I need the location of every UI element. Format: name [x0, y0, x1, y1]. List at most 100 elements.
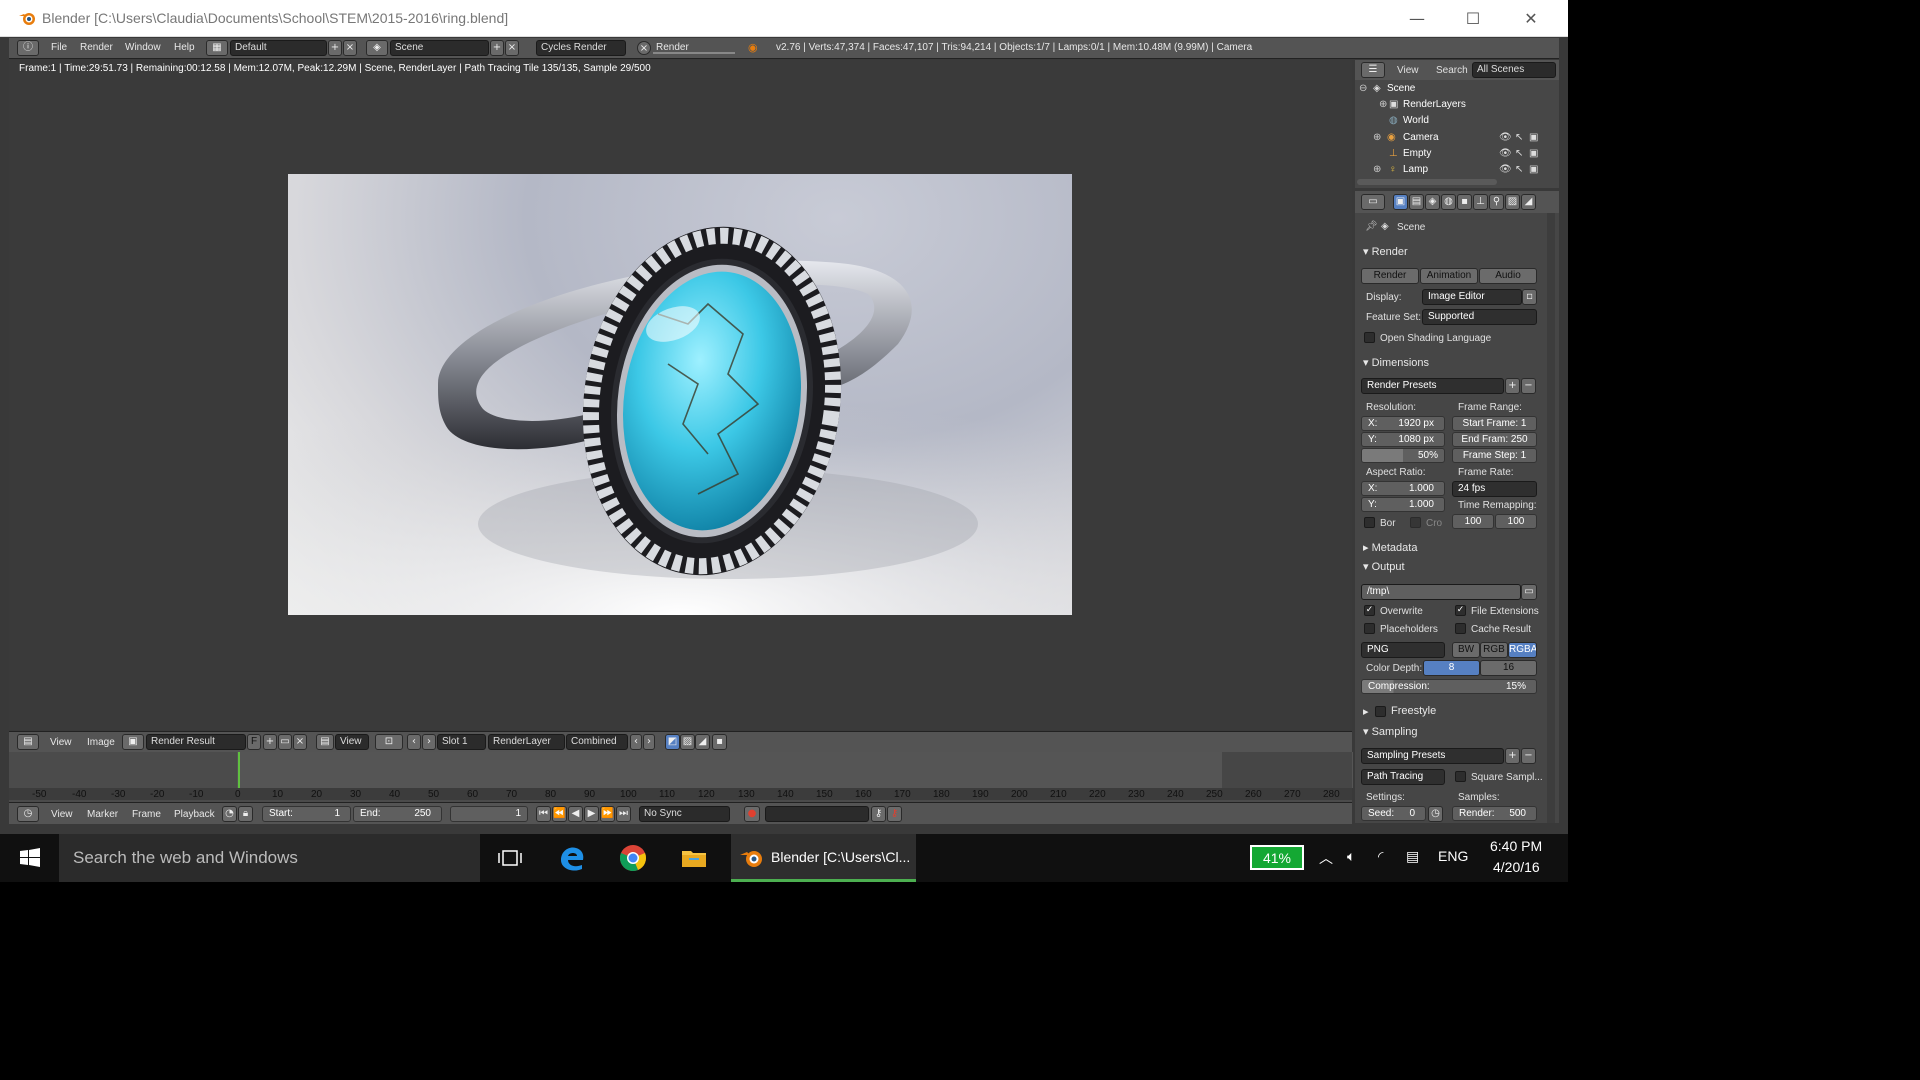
image-browse-icon[interactable]: ▣ [122, 734, 144, 750]
sampling-method-select[interactable]: Path Tracing [1361, 769, 1445, 785]
cancel-render-icon[interactable]: × [637, 41, 651, 55]
resolution-percent-slider[interactable]: 50% [1361, 448, 1445, 463]
crop-checkbox[interactable] [1410, 517, 1421, 528]
editor-type-info-icon[interactable]: ⓘ [17, 40, 39, 56]
maximize-button[interactable]: ☐ [1444, 0, 1502, 37]
open-image-icon[interactable]: ▭ [278, 734, 292, 750]
animated-seed-icon[interactable]: ◷ [1428, 806, 1443, 822]
compression-slider[interactable]: Compression: 15% [1361, 679, 1537, 694]
jump-end-icon[interactable]: ⏭ [616, 806, 631, 822]
delete-keyframe-icon[interactable]: ⚷ [887, 806, 902, 822]
start-frame-field[interactable]: Start Frame: 1 [1452, 416, 1537, 431]
resolution-x-field[interactable]: X: 1920 px [1361, 416, 1445, 431]
physics-tab-icon[interactable]: ◢ [1521, 194, 1536, 210]
menu-file[interactable]: File [51, 42, 67, 53]
texture-tab-icon[interactable]: ▨ [1505, 194, 1520, 210]
scene-add-icon[interactable]: + [490, 40, 504, 56]
pin-icon[interactable]: 📌︎ [1365, 221, 1378, 232]
lock-range-icon[interactable]: 🔒︎ [238, 806, 253, 822]
battery-indicator[interactable]: 41% [1250, 845, 1304, 870]
render-layer-select[interactable]: RenderLayer [488, 734, 565, 750]
outliner-row-camera[interactable]: ⊕ ◉ Camera 👁︎ ↖ ▣ [1355, 130, 1543, 146]
record-icon[interactable]: ● [744, 806, 760, 822]
editor-type-image-icon[interactable]: ▤ [17, 734, 39, 750]
tl-menu-view[interactable]: View [51, 809, 73, 820]
start-frame-field[interactable]: 1 [334, 807, 340, 820]
menu-window[interactable]: Window [125, 42, 161, 53]
clock-time[interactable]: 6:40 PM [1490, 838, 1542, 854]
play-reverse-icon[interactable]: ◀ [568, 806, 583, 822]
render-engine-select[interactable]: Cycles Render [536, 40, 626, 56]
jump-start-icon[interactable]: ⏮ [536, 806, 551, 822]
layout-icon[interactable]: ▦ [206, 40, 228, 56]
pivot-icon[interactable]: ⊡ [375, 734, 403, 750]
select-arrow-icon[interactable]: ↖ [1515, 146, 1523, 162]
slot-select[interactable]: Slot 1 [437, 734, 486, 750]
render-camera-icon[interactable]: ▣ [1529, 146, 1538, 162]
tl-menu-frame[interactable]: Frame [132, 809, 161, 820]
scene-field[interactable]: Scene [390, 40, 489, 56]
editor-type-timeline-icon[interactable]: ◷ [17, 806, 39, 822]
aspect-x-field[interactable]: X: 1.000 [1361, 481, 1445, 496]
next-keyframe-icon[interactable]: ⏩ [600, 806, 615, 822]
volume-icon[interactable]: 🔈︎ [1347, 848, 1355, 865]
color-bw-button[interactable]: BW [1452, 642, 1480, 658]
remap-new-field[interactable]: 100 [1495, 514, 1537, 529]
prev-keyframe-icon[interactable]: ⏪ [552, 806, 567, 822]
sampling-section-header[interactable]: ▾ Sampling [1363, 725, 1417, 738]
outliner-filter-select[interactable]: All Scenes [1472, 62, 1556, 78]
outliner-row-world[interactable]: ◍ World [1355, 113, 1543, 129]
wifi-icon[interactable]: ◜ [1378, 848, 1383, 865]
outliner-scrollbar[interactable] [1357, 179, 1497, 185]
insert-keyframe-icon[interactable]: ⚷ [871, 806, 886, 822]
new-image-icon[interactable]: + [263, 734, 277, 750]
outliner-row-renderlayers[interactable]: ⊕ ▣ RenderLayers [1355, 97, 1543, 113]
render-layers-tab-icon[interactable]: ▤ [1409, 194, 1424, 210]
resolution-y-field[interactable]: Y: 1080 px [1361, 432, 1445, 447]
visibility-eye-icon[interactable]: 👁︎ [1499, 130, 1512, 146]
edge-browser-icon[interactable] [556, 842, 588, 874]
add-preset-icon[interactable]: + [1505, 378, 1520, 394]
render-samples-field[interactable]: Render: 500 [1452, 806, 1537, 821]
visibility-eye-icon[interactable]: 👁︎ [1499, 146, 1512, 162]
z-buffer-icon[interactable]: ◢ [695, 734, 710, 750]
play-icon[interactable]: ▶ [584, 806, 599, 822]
output-section-header[interactable]: ▾ Output [1363, 560, 1405, 573]
action-center-icon[interactable]: ▤ [1406, 848, 1419, 865]
output-path-field[interactable]: /tmp\ [1361, 584, 1521, 600]
editor-type-outliner-icon[interactable]: ☰ [1361, 62, 1385, 78]
editor-type-properties-icon[interactable]: ▭ [1361, 194, 1385, 210]
color-depth-8-button[interactable]: 8 [1423, 660, 1480, 676]
aspect-y-field[interactable]: Y: 1.000 [1361, 497, 1445, 512]
view-mode-icon[interactable]: ▤ [316, 734, 334, 750]
select-arrow-icon[interactable]: ↖ [1515, 130, 1523, 146]
visibility-eye-icon[interactable]: 👁︎ [1499, 162, 1512, 178]
file-extensions-checkbox[interactable]: ✓ [1455, 605, 1466, 616]
display-channels-icon[interactable]: ◩ [665, 734, 680, 750]
outliner-menu-search[interactable]: Search [1436, 65, 1468, 76]
outliner-row-scene[interactable]: ⊖ ◈ Scene [1355, 81, 1543, 97]
render-image-button[interactable]: Render [1361, 268, 1419, 284]
minimize-button[interactable]: — [1388, 0, 1446, 37]
overwrite-checkbox[interactable]: ✓ [1364, 605, 1375, 616]
keying-set-field[interactable] [765, 806, 869, 822]
square-samples-checkbox[interactable] [1455, 771, 1466, 782]
image-name-field[interactable]: Render Result [146, 734, 246, 750]
border-checkbox[interactable] [1364, 517, 1375, 528]
color-rgb-button[interactable]: RGB [1480, 642, 1508, 658]
image-viewport[interactable]: Frame:1 | Time:29:51.73 | Remaining:00:1… [9, 60, 1352, 730]
dimensions-section-header[interactable]: ▾ Dimensions [1363, 356, 1429, 369]
render-camera-icon[interactable]: ▣ [1529, 162, 1538, 178]
expand-icon[interactable]: ⊕ [1379, 97, 1387, 113]
object-tab-icon[interactable]: ▪ [1457, 194, 1472, 210]
metadata-section-header[interactable]: ▸ Metadata [1363, 541, 1417, 554]
placeholders-checkbox[interactable] [1364, 623, 1375, 634]
render-section-header[interactable]: ▾ Render [1363, 245, 1408, 258]
expand-icon[interactable]: ⊕ [1373, 162, 1381, 178]
view-mode-select[interactable]: View [335, 734, 369, 750]
outliner-row-lamp[interactable]: ⊕ ♀ Lamp 👁︎ ↖ ▣ [1355, 162, 1543, 178]
render-camera-icon[interactable]: ▣ [1529, 130, 1538, 146]
expand-icon[interactable]: ⊕ [1373, 130, 1381, 146]
tl-menu-playback[interactable]: Playback [174, 809, 215, 820]
scene-tab-icon[interactable]: ◈ [1425, 194, 1440, 210]
